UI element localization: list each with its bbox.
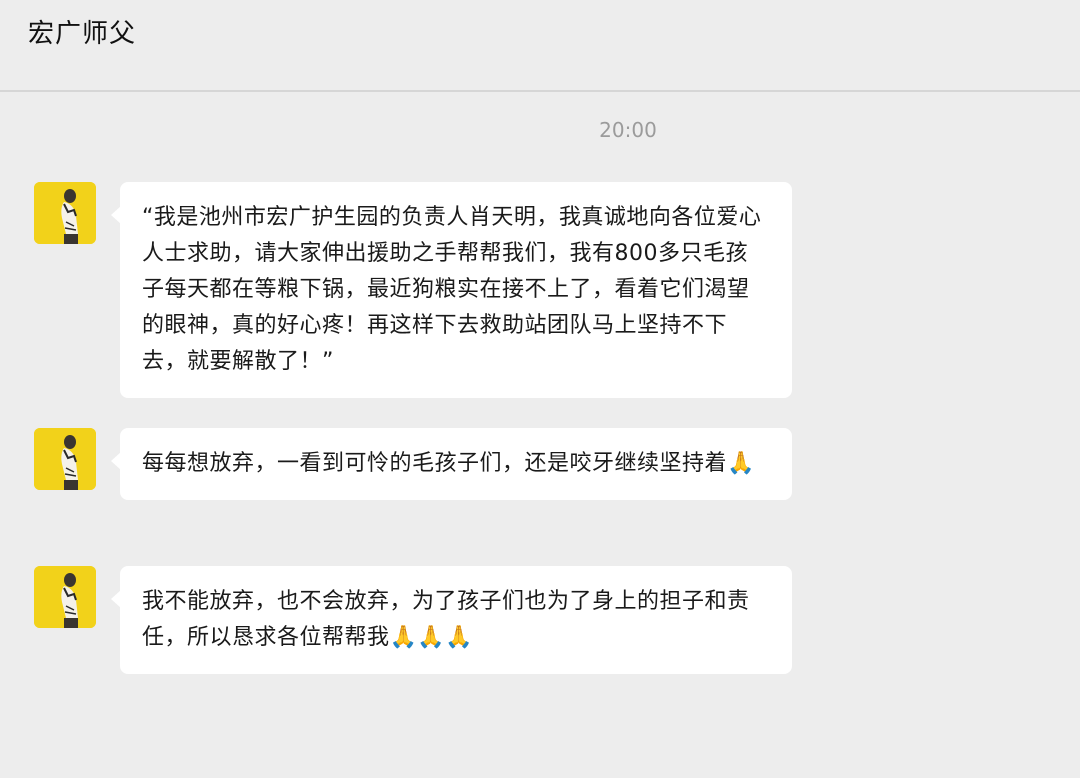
avatar[interactable] <box>34 182 96 244</box>
monk-avatar-icon <box>34 566 96 628</box>
monk-avatar-icon <box>34 182 96 244</box>
avatar[interactable] <box>34 566 96 628</box>
chat-title: 宏广师父 <box>28 19 137 49</box>
message-timestamp: 20:00 <box>599 118 657 142</box>
chat-header: 宏广师父 <box>0 0 1080 92</box>
message-bubble[interactable]: 每每想放弃，一看到可怜的毛孩子们，还是咬牙继续坚持着🙏 <box>111 428 792 500</box>
monk-avatar-icon <box>34 428 96 490</box>
message-bubble[interactable]: “我是池州市宏广护生园的负责人肖天明，我真诚地向各位爱心人士求助，请大家伸出援助… <box>111 182 792 398</box>
avatar[interactable] <box>34 428 96 490</box>
message-bubble[interactable]: 我不能放弃，也不会放弃，为了孩子们也为了身上的担子和责任，所以恳求各位帮帮我🙏🙏… <box>111 566 792 674</box>
